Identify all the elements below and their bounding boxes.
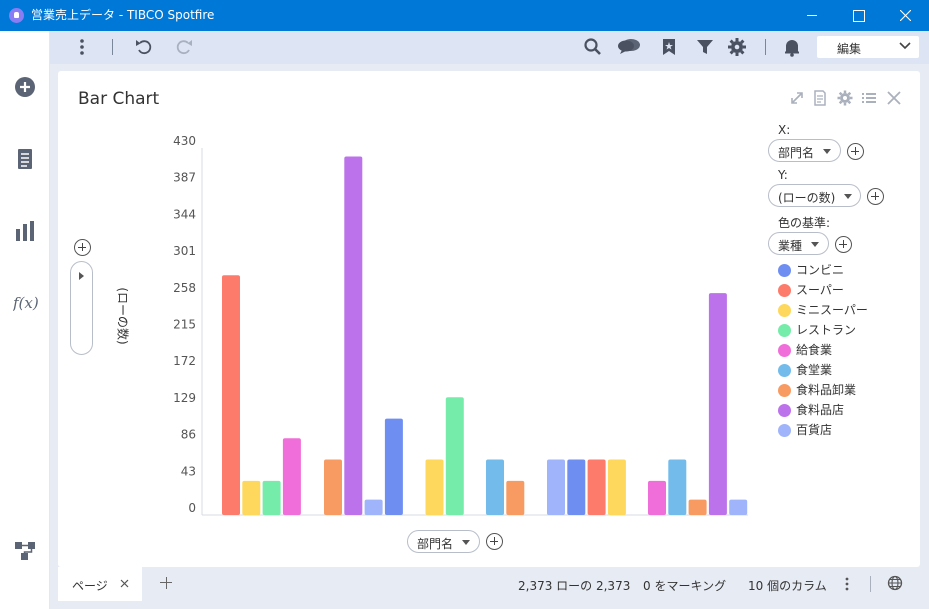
add-y-button[interactable] [867, 188, 884, 205]
x-axis-selector[interactable]: 部門名 [407, 530, 480, 553]
legend-label: 食料品卸業 [796, 383, 857, 397]
bar[interactable] [344, 156, 363, 516]
globe-icon[interactable] [887, 575, 903, 591]
y-tick-label: 344 [173, 207, 196, 221]
bar[interactable] [324, 459, 342, 516]
legend-swatch [778, 264, 791, 277]
legend-x-selector-label: 部門名 [778, 146, 815, 160]
legend-label: 食堂業 [796, 363, 833, 377]
legend-label: 食料品店 [796, 403, 845, 417]
status-more-icon[interactable] [844, 576, 850, 592]
page-tab[interactable]: ページ [58, 567, 142, 601]
y-tick-label: 387 [173, 171, 196, 185]
bar[interactable] [242, 480, 261, 515]
x-axis-selector-label: 部門名 [417, 537, 454, 551]
bar[interactable] [384, 418, 403, 515]
page-tab-label: ページ [72, 579, 108, 593]
y-tick-label: 43 [181, 464, 196, 478]
add-page-button[interactable] [160, 577, 172, 589]
legend-swatch [778, 304, 791, 317]
y-tick-label: 86 [181, 428, 196, 442]
color-by-selector[interactable]: 業種 [768, 232, 829, 255]
close-page-icon[interactable] [120, 579, 129, 588]
bar[interactable] [567, 459, 586, 516]
bar[interactable] [547, 459, 565, 516]
legend-swatch [778, 324, 791, 337]
y-tick-label: 258 [173, 281, 196, 295]
bar[interactable] [587, 459, 606, 516]
y-axis-selector-label: (ローの数) [115, 287, 130, 345]
bar[interactable] [222, 275, 240, 515]
add-x-axis-button[interactable] [486, 533, 503, 550]
bar[interactable] [282, 438, 301, 515]
y-tick-label: 301 [173, 244, 196, 258]
caret-down-icon [844, 194, 852, 199]
add-x-button[interactable] [847, 143, 864, 160]
y-tick-label: 0 [188, 501, 196, 515]
bar[interactable] [729, 499, 748, 515]
legend-swatch [778, 404, 791, 417]
legend-label: スーパー [796, 283, 844, 297]
status-separator [870, 576, 871, 592]
legend-x-selector[interactable]: 部門名 [768, 139, 841, 162]
legend-x-title: X: [778, 123, 791, 137]
bar[interactable] [262, 480, 281, 515]
bar-chart: 0 43 86 129 172 215 258 301 344 387 430 [173, 134, 748, 516]
legend-label: 百貨店 [796, 423, 833, 437]
legend-swatch [778, 344, 791, 357]
bar[interactable] [425, 459, 444, 516]
caret-right-icon [79, 272, 84, 280]
y-axis-selector[interactable]: (ローの数) [70, 261, 130, 355]
caret-down-icon [462, 540, 470, 545]
legend-label: ミニスーパー [796, 303, 868, 317]
bar[interactable] [708, 293, 727, 515]
bar[interactable] [364, 499, 383, 515]
status-bar: ページ 2,373 ローの 2,373 0 をマーキング 10 個のカラム [58, 567, 920, 601]
legend-y-selector-label: (ローの数) [778, 191, 836, 205]
legend-label: コンビニ [796, 263, 845, 277]
column-count[interactable]: 10 個のカラム [748, 577, 827, 594]
y-tick-label: 129 [173, 391, 196, 405]
add-y-axis-button[interactable] [74, 239, 91, 256]
bar[interactable] [506, 480, 525, 515]
legend-swatch [778, 284, 791, 297]
y-tick-label: 215 [173, 318, 196, 332]
color-by-selector-label: 業種 [778, 239, 803, 253]
legend-label: 給食業 [796, 343, 833, 357]
row-count: 2,373 ローの 2,373 [518, 579, 631, 593]
bar[interactable] [688, 499, 707, 515]
legend-color-title: 色の基準: [778, 216, 831, 230]
marked-count[interactable]: 0 をマーキング [643, 577, 726, 594]
caret-down-icon [823, 149, 831, 154]
y-tick-label: 430 [173, 134, 196, 148]
caret-down-icon [811, 242, 819, 247]
add-color-button[interactable] [835, 236, 852, 253]
y-tick-label: 172 [173, 354, 196, 368]
bar[interactable] [648, 480, 666, 515]
legend-y-selector[interactable]: (ローの数) [768, 184, 861, 207]
legend-swatch [778, 384, 791, 397]
legend-y-title: Y: [778, 168, 788, 182]
bar[interactable] [607, 459, 626, 516]
legend-swatch [778, 364, 791, 377]
legend-swatch [778, 424, 791, 437]
bar[interactable] [668, 459, 687, 516]
legend-label: レストラン [796, 323, 857, 337]
bar[interactable] [445, 397, 464, 515]
bar[interactable] [486, 459, 504, 516]
